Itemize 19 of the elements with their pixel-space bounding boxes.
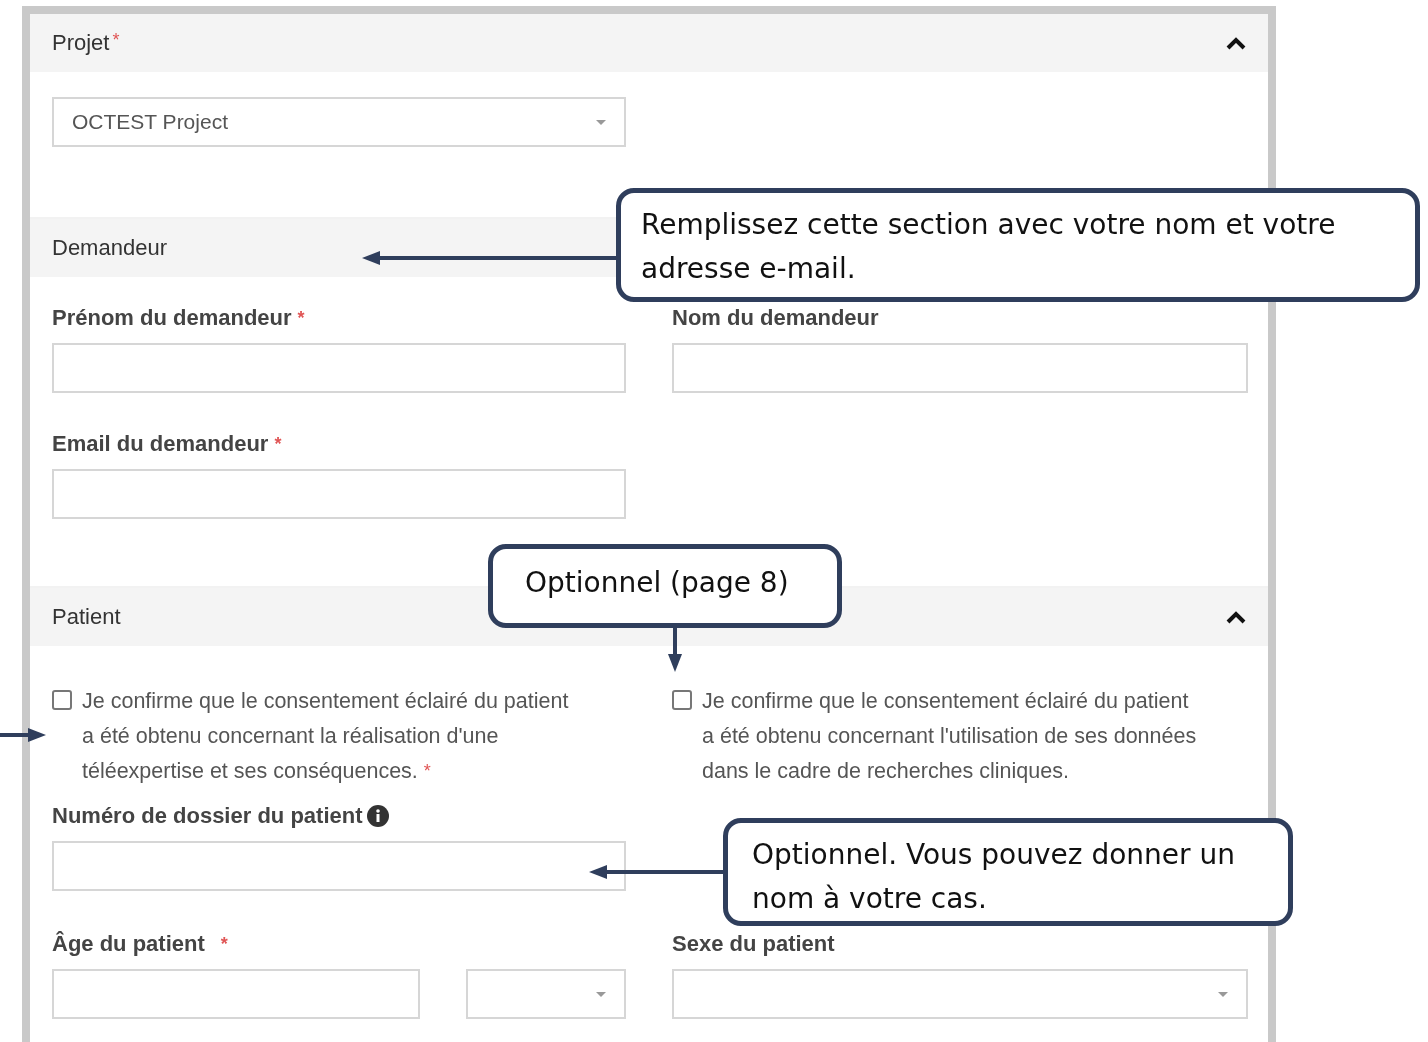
required-mark: * (423, 761, 431, 781)
section-title: Patient (52, 604, 121, 630)
section-title: Demandeur (52, 235, 167, 261)
required-mark: * (274, 433, 282, 455)
field-label: Âge du patient * (52, 931, 229, 957)
field-label: Email du demandeur * (52, 431, 283, 457)
callout-tooltip: Optionnel (page 8) (488, 544, 842, 628)
field-label: Numéro de dossier du patient (52, 803, 626, 829)
callout-tooltip: Remplissez cette section avec votre nom et votre adresse e-mail. (616, 188, 1420, 302)
checkbox-label: Je confirme que le consentement éclairé du patient a été obtenu concernant l'utilisation de ses données dans le cadre de recherches cliniques. (702, 688, 1198, 785)
field-label: Prénom du demandeur * (52, 305, 306, 331)
field-label: Sexe du patient (672, 931, 836, 957)
callout-tooltip: Optionnel. Vous pouvez donner un nom à votre cas. (723, 818, 1293, 926)
field-label: Nom du demandeur (672, 305, 880, 331)
section-title: Projet* (52, 30, 120, 56)
required-mark: * (112, 30, 120, 50)
required-mark: * (220, 933, 228, 955)
required-mark: * (297, 307, 305, 329)
checkbox-label: Je confirme que le consentement éclairé du patient a été obtenu concernant la réalisation d'une téléexpertise et ses conséquences. * (82, 688, 570, 785)
